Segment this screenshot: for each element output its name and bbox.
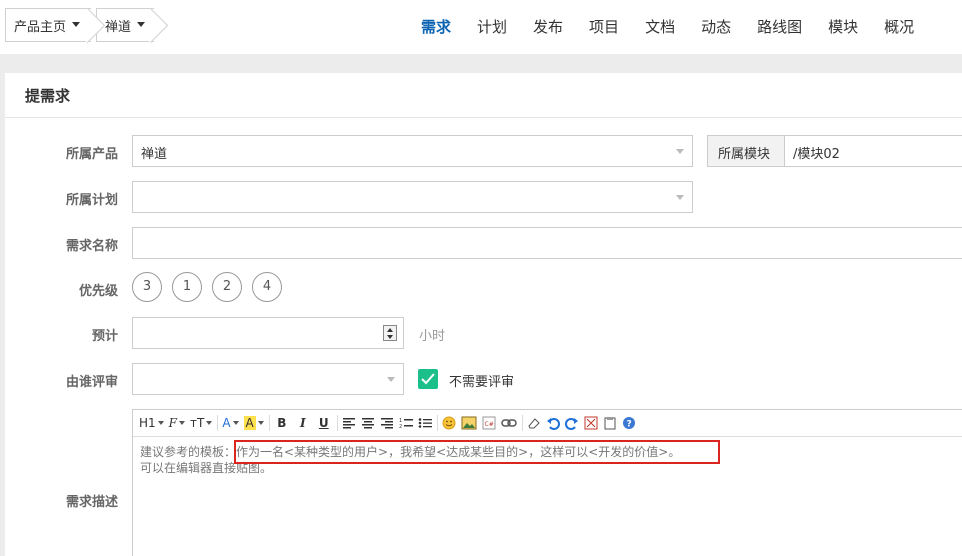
nav-dynamic[interactable]: 动态 [701,16,731,37]
nav-plan[interactable]: 计划 [477,16,507,37]
number-spinner[interactable] [383,325,397,341]
check-icon [421,373,435,385]
emoticon-icon[interactable] [442,413,456,433]
help-icon[interactable]: ? [622,413,636,433]
font-family-label: F [168,416,177,430]
chevron-down-icon [179,421,185,425]
nav-story[interactable]: 需求 [421,16,451,37]
bg-color-label: A [243,416,256,430]
nav-doc[interactable]: 文档 [645,16,675,37]
breadcrumb-product-name[interactable]: 禅道 [96,8,154,42]
unordered-list-icon[interactable] [418,413,432,433]
main-nav: 需求 计划 发布 项目 文档 动态 路线图 模块 概况 [408,0,927,52]
eraser-icon[interactable] [527,413,541,433]
chevron-down-icon [137,21,146,27]
no-review-label: 不需要评审 [449,375,515,390]
chevron-down-icon [387,377,395,382]
font-color-button[interactable]: A [222,413,239,433]
nav-roadmap[interactable]: 路线图 [757,16,802,37]
spin-down-icon [387,335,393,339]
priority-option-2[interactable]: 2 [212,272,242,302]
plan-label: 所属计划 [65,193,118,208]
ordered-list-icon[interactable]: 12 [399,413,413,433]
chevron-down-icon [206,421,213,425]
priority-option-4[interactable]: 4 [252,272,282,302]
breadcrumb-product-name-label: 禅道 [105,19,132,35]
heading-label: H1 [139,416,156,430]
link-icon[interactable] [501,413,517,433]
no-review-checkbox[interactable] [418,369,438,389]
estimate-input[interactable] [132,317,404,349]
top-bar: 产品主页 禅道 需求 计划 发布 项目 文档 动态 路线图 模块 概况 [0,0,962,54]
italic-button[interactable]: I [295,413,311,433]
rich-text-editor: H1 F тT A A B I U 12 C# ? 建议参考的模板：作为一名<某… [132,409,962,556]
priority-label: 优先级 [78,284,118,299]
nav-release[interactable]: 发布 [533,16,563,37]
toolbar-separator [436,415,438,431]
create-story-panel: 提需求 所属产品 禅道 所属模块 /模块02 所属计划 需求名称 优先级 3 1… [5,73,962,556]
page-title: 提需求 [25,87,71,105]
editor-content[interactable]: 建议参考的模板：作为一名<某种类型的用户>，我希望<达成某些目的>，这样可以<开… [140,440,720,476]
redo-icon[interactable] [564,413,579,433]
estimate-unit: 小时 [419,329,446,344]
chevron-down-icon [72,21,81,27]
story-name-input[interactable] [132,227,962,259]
nav-project[interactable]: 项目 [589,16,619,37]
font-color-label: A [222,416,231,430]
chevron-down-icon [157,421,164,425]
align-right-icon[interactable] [380,413,394,433]
story-name-label: 需求名称 [65,239,118,254]
svg-text:C#: C# [484,421,493,428]
paste-icon[interactable] [603,413,617,433]
font-family-button[interactable]: F [169,413,185,433]
toolbar-separator [521,415,523,431]
svg-text:2: 2 [399,424,402,429]
spin-up-icon [387,328,393,332]
breadcrumb-product-home-label: 产品主页 [14,19,67,35]
module-label: 所属模块 [707,135,785,167]
description-label: 需求描述 [65,495,118,510]
toolbar-separator [217,415,219,431]
toolbar-separator [268,415,270,431]
nav-module[interactable]: 模块 [828,16,858,37]
product-select-value: 禅道 [141,147,168,162]
align-center-icon[interactable] [361,413,375,433]
fullscreen-icon[interactable] [584,413,598,433]
chevron-down-icon [676,149,684,154]
font-size-button[interactable]: тT [190,413,213,433]
chevron-down-icon [676,195,684,200]
reviewer-label: 由谁评审 [65,375,118,390]
plan-select[interactable] [132,181,693,213]
editor-toolbar: H1 F тT A A B I U 12 C# ? [133,410,962,437]
product-select[interactable]: 禅道 [132,135,693,167]
code-icon[interactable]: C# [482,413,496,433]
product-label: 所属产品 [65,147,118,162]
undo-icon[interactable] [546,413,560,433]
image-icon[interactable] [461,413,477,433]
priority-option-3[interactable]: 3 [132,272,162,302]
svg-text:?: ? [626,420,631,430]
background-color-button[interactable]: A [243,413,264,433]
module-select-value: /模块02 [793,147,840,162]
priority-option-1[interactable]: 1 [172,272,202,302]
divider [5,117,962,118]
heading-button[interactable]: H1 [139,413,164,433]
chevron-down-icon [232,421,239,425]
highlight-box [234,440,720,464]
breadcrumb-product-home[interactable]: 产品主页 [5,8,91,42]
underline-button[interactable]: U [316,413,332,433]
module-select[interactable]: /模块02 [784,135,962,167]
bold-button[interactable]: B [274,413,290,433]
chevron-down-icon [257,421,264,425]
align-left-icon[interactable] [342,413,356,433]
reviewer-select[interactable] [132,363,404,395]
estimate-label: 预计 [91,329,118,344]
toolbar-separator [336,415,338,431]
font-size-label: тT [190,416,205,430]
nav-overview[interactable]: 概况 [884,16,914,37]
